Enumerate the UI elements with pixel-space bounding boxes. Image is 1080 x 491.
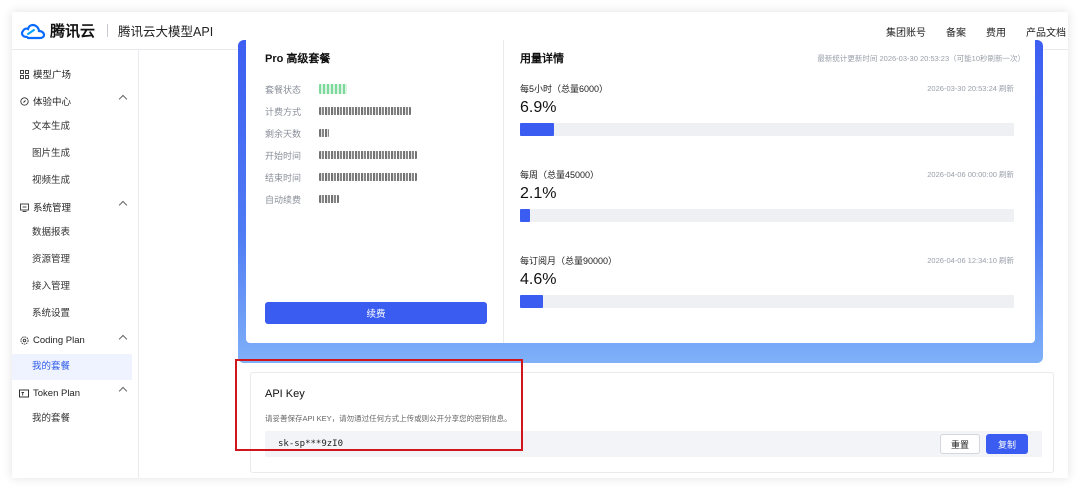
billing-value-redacted [319,107,411,115]
copy-button[interactable]: 复制 [986,434,1028,454]
plan-row-end: 结束时间 [265,166,417,188]
nav-billing[interactable]: 费用 [986,24,1006,39]
renew-button[interactable]: 续费 [265,302,487,324]
usage-progress-fill [520,123,555,136]
plan-label-remaining: 剩余天数 [265,128,302,139]
app-window: 腾讯云 腾讯云大模型API 集团账号 备案 费用 产品文档 模型广场 体验中心 … [12,12,1068,478]
plan-card: Pro 高级套餐 套餐状态 计费方式 剩余天数 开始时间 结束时间 自动续费 续… [238,40,1043,363]
plan-row-autorenew: 自动续费 [265,188,417,210]
sidebar-item-resource-mgmt[interactable]: 资源管理 [12,247,138,274]
usage-percent: 6.9% [520,99,557,116]
sidebar-item-system-settings[interactable]: 系统设置 [12,301,138,328]
sidebar-item-image-gen[interactable]: 图片生成 [12,141,138,168]
remaining-value-redacted [319,129,329,137]
usage-refresh-time: 2026-04-06 12:34:10 刷新 [927,256,1014,265]
sidebar-group-label: Coding Plan [33,335,85,347]
plan-label-status: 套餐状态 [265,84,302,95]
usage-refresh-time: 2026-03-30 20:53:24 刷新 [927,84,1014,93]
usage-block-week: 每周（总量45000） 2026-04-06 00:00:00 刷新 2.1% [520,168,1014,222]
plan-label-billing: 计费方式 [265,106,302,117]
usage-percent: 2.1% [520,185,557,202]
start-value-redacted [319,151,417,159]
sidebar-item-my-plan-token[interactable]: 我的套餐 [12,406,138,433]
token-icon [19,388,29,398]
sidebar-group-experience[interactable]: 体验中心 [12,88,138,114]
brand[interactable]: 腾讯云 [20,20,95,41]
usage-progress-track [520,295,1014,308]
sidebar-group-label: 模型广场 [33,70,72,81]
usage-update-time: 最新统计更新时间 2026-03-30 20:53:23（可能10秒刷新一次） [817,54,1025,63]
tencent-cloud-logo-icon [20,23,46,39]
sidebar-item-my-plan-coding[interactable]: 我的套餐 [12,353,132,381]
usage-progress-fill [520,209,531,222]
brand-divider [107,24,109,37]
sidebar-group-token-plan[interactable]: Token Plan [12,380,138,406]
gear-icon [19,336,29,346]
plan-fields: 套餐状态 计费方式 剩余天数 开始时间 结束时间 自动续费 [265,78,417,210]
sidebar-item-text-gen[interactable]: 文本生成 [12,114,138,141]
brand-name: 腾讯云 [50,23,96,40]
nav-group-account[interactable]: 集团账号 [886,24,926,39]
nav-docs[interactable]: 产品文档 [1026,24,1066,39]
sidebar-group-coding-plan[interactable]: Coding Plan [12,328,138,354]
plan-row-billing: 计费方式 [265,100,417,122]
usage-progress-track [520,209,1014,222]
sidebar-item-video-gen[interactable]: 视频生成 [12,168,138,195]
system-icon [19,202,29,212]
reset-button[interactable]: 重置 [940,434,980,454]
usage-title: 用量详情 [520,53,564,65]
sidebar-item-access-mgmt[interactable]: 接入管理 [12,274,138,301]
usage-refresh-time: 2026-04-06 00:00:00 刷新 [927,170,1014,179]
grid-icon [19,69,29,79]
nav-beian[interactable]: 备案 [946,24,966,39]
compass-icon [19,96,29,106]
plan-label-autorenew: 自动续费 [265,194,302,205]
usage-block-5h: 每5小时（总量6000） 2026-03-30 20:53:24 刷新 6.9% [520,82,1014,136]
sidebar: 模型广场 体验中心 文本生成 图片生成 视频生成 系统管理 数据报表 资源管理 … [12,50,139,478]
chevron-up-icon[interactable] [118,334,128,343]
plan-row-start: 开始时间 [265,144,417,166]
plan-label-end: 结束时间 [265,172,302,183]
autorenew-value-redacted [319,195,339,203]
sidebar-group-model-plaza[interactable]: 模型广场 [12,61,138,87]
usage-progress-fill [520,295,543,308]
end-value-redacted [319,173,417,181]
plan-title: Pro 高级套餐 [265,53,331,65]
chevron-up-icon[interactable] [118,201,128,210]
usage-percent: 4.6% [520,271,557,288]
plan-row-remaining: 剩余天数 [265,122,417,144]
sidebar-item-data-report[interactable]: 数据报表 [12,220,138,247]
sidebar-group-system[interactable]: 系统管理 [12,194,138,220]
usage-block-month: 每订阅月（总量90000） 2026-04-06 12:34:10 刷新 4.6… [520,254,1014,308]
plan-row-status: 套餐状态 [265,78,417,100]
sidebar-group-label: 系统管理 [33,203,72,215]
sidebar-group-label: Token Plan [33,387,81,399]
product-name: 腾讯云大模型API [118,25,214,39]
plan-info: Pro 高级套餐 套餐状态 计费方式 剩余天数 开始时间 结束时间 自动续费 续… [246,40,504,343]
chevron-up-icon[interactable] [118,387,128,396]
usage-progress-track [520,123,1014,136]
plan-card-inner: Pro 高级套餐 套餐状态 计费方式 剩余天数 开始时间 结束时间 自动续费 续… [246,40,1035,343]
status-badge-redacted [319,84,347,94]
plan-label-start: 开始时间 [265,150,302,161]
chevron-up-icon[interactable] [118,94,128,104]
red-highlight-box [235,359,523,451]
sidebar-group-label: 体验中心 [33,97,72,108]
